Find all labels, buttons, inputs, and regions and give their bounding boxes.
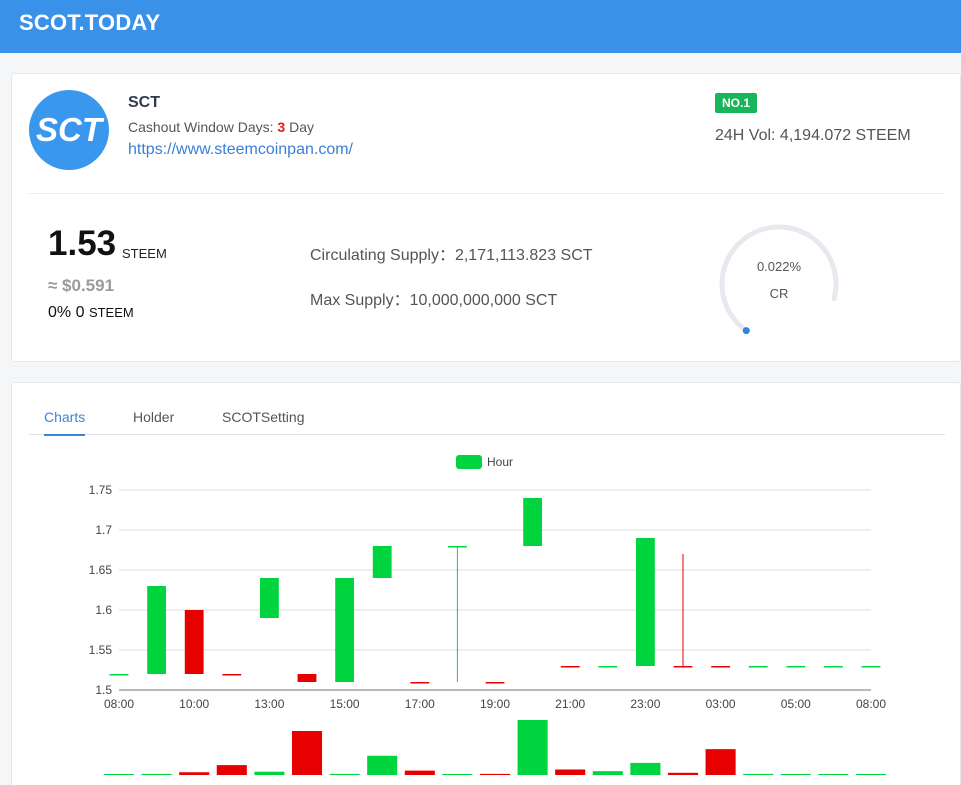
change-unit: STEEM: [88, 305, 134, 320]
cr-gauge: 0.022% CR: [719, 224, 839, 334]
token-name: SCT: [128, 94, 160, 111]
usd-price: ≈ $0.591: [48, 276, 115, 295]
tab-charts[interactable]: Charts: [44, 409, 86, 436]
price-change: 0% 0 STEEM: [48, 304, 134, 322]
price-unit: STEEM: [122, 246, 167, 261]
cr-percent: 0.022%: [757, 259, 802, 274]
tab-bar: Charts Holder SCOTSetting: [29, 409, 945, 436]
max-supply: Max Supply：10,000,000,000 SCT: [310, 292, 558, 309]
gauge-indicator: [742, 327, 750, 334]
circulating-supply: Circulating Supply：2,171,113.823 SCT: [310, 247, 593, 264]
token-summary-card: SCT SCT Cashout Window Days: 3 Day https…: [11, 73, 961, 362]
token-price: 1.53: [48, 224, 117, 263]
divider: [29, 193, 945, 194]
tab-scotsetting[interactable]: SCOTSetting: [222, 409, 304, 435]
tab-holder[interactable]: Holder: [133, 409, 174, 435]
cashout-window: Cashout Window Days: 3 Day: [128, 119, 314, 135]
change-percent: 0%: [48, 304, 72, 321]
cr-label: CR: [770, 286, 789, 301]
brand-logo-text[interactable]: SCOT.TODAY: [19, 10, 160, 36]
chart-card: Charts Holder SCOTSetting: [11, 382, 961, 785]
volume-24h: 24H Vol: 4,194.072 STEEM: [715, 127, 911, 144]
token-logo: SCT: [29, 90, 109, 170]
change-value: 0: [75, 304, 85, 321]
gauge-track: [719, 224, 839, 334]
cashout-days: 3: [277, 119, 286, 135]
cashout-label: Cashout Window Days:: [128, 119, 274, 135]
cashout-unit: Day: [289, 119, 314, 135]
token-website-link[interactable]: https://www.steemcoinpan.com/: [128, 141, 353, 159]
rank-badge: NO.1: [715, 93, 758, 113]
top-bar: SCOT.TODAY: [0, 0, 961, 53]
